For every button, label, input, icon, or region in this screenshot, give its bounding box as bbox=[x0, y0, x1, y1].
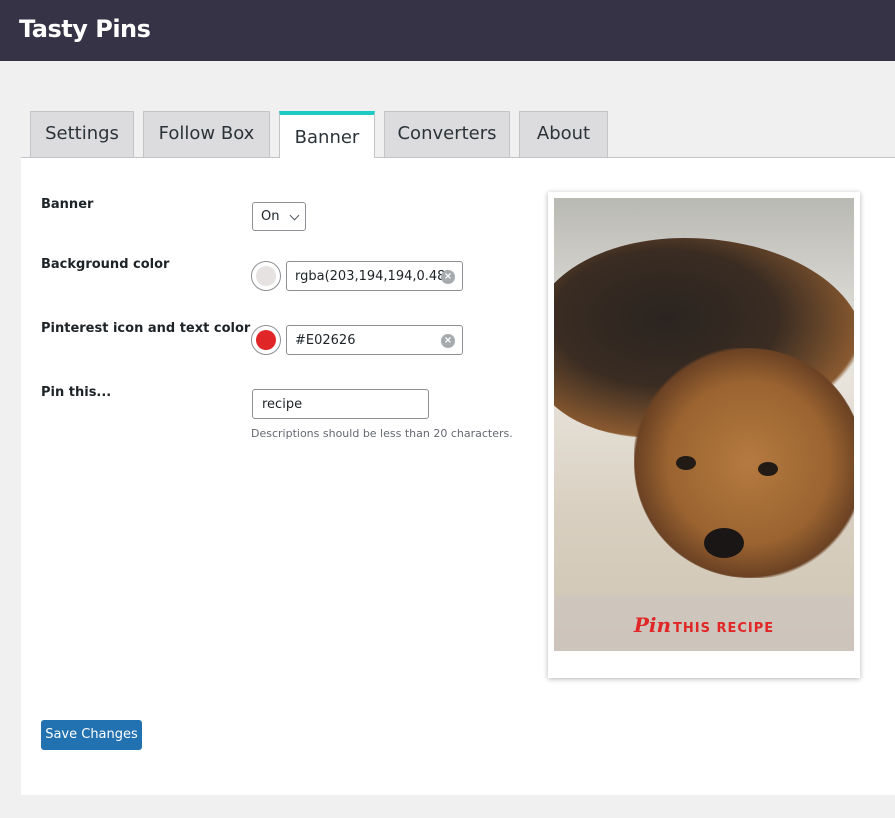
top-bar: Tasty Pins bbox=[0, 0, 895, 61]
app-title: Tasty Pins bbox=[19, 15, 151, 43]
pinterest-logo: Pin bbox=[633, 613, 672, 637]
pin-this-hint: Descriptions should be less than 20 char… bbox=[251, 427, 513, 440]
background-color-swatch[interactable] bbox=[251, 261, 281, 291]
swatch-color bbox=[256, 266, 276, 286]
dog-eye bbox=[758, 462, 778, 476]
background-color-value: rgba(203,194,194,0.48) bbox=[295, 269, 451, 284]
preview-image: Pin THIS RECIPE bbox=[554, 198, 854, 651]
chevron-down-icon bbox=[289, 210, 300, 221]
tab-banner[interactable]: Banner bbox=[279, 111, 375, 158]
swatch-color bbox=[256, 330, 276, 350]
icon-color-input[interactable]: #E02626 × bbox=[286, 325, 463, 355]
background-color-input[interactable]: rgba(203,194,194,0.48) × bbox=[286, 261, 463, 291]
tab-settings[interactable]: Settings bbox=[30, 111, 134, 157]
banner-preview: Pin THIS RECIPE bbox=[548, 192, 860, 678]
tab-follow-box[interactable]: Follow Box bbox=[143, 111, 270, 157]
pin-this-input[interactable]: recipe bbox=[252, 389, 429, 419]
icon-color-swatch[interactable] bbox=[251, 325, 281, 355]
clear-icon[interactable]: × bbox=[441, 270, 455, 284]
tab-about[interactable]: About bbox=[519, 111, 608, 157]
dog-eye bbox=[676, 456, 696, 470]
tab-converters[interactable]: Converters bbox=[384, 111, 510, 157]
clear-icon[interactable]: × bbox=[441, 334, 455, 348]
banner-select-value: On bbox=[261, 209, 280, 224]
dog-nose bbox=[704, 528, 744, 558]
pin-banner[interactable]: Pin THIS RECIPE bbox=[554, 596, 854, 651]
banner-select[interactable]: On bbox=[252, 202, 306, 231]
banner-label: Banner bbox=[41, 197, 94, 212]
save-changes-button[interactable]: Save Changes bbox=[41, 720, 142, 750]
banner-text: THIS RECIPE bbox=[673, 621, 775, 636]
dog-head bbox=[634, 348, 854, 578]
icon-color-label: Pinterest icon and text color bbox=[41, 321, 251, 336]
icon-color-value: #E02626 bbox=[295, 333, 356, 348]
background-color-label: Background color bbox=[41, 257, 170, 272]
settings-panel: Banner On Background color rgba(203,194,… bbox=[21, 157, 895, 795]
pin-this-label: Pin this... bbox=[41, 385, 112, 400]
